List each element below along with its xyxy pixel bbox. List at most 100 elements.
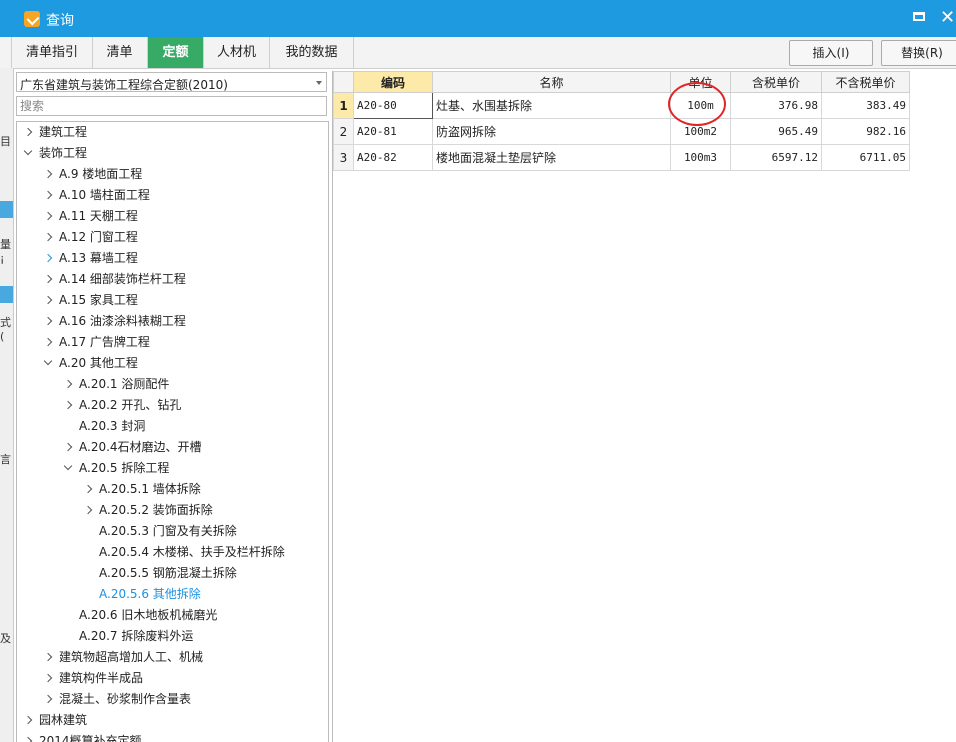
cell-tax-price[interactable]: 6597.12 [730, 144, 822, 171]
cell-notax-price[interactable]: 383.49 [821, 92, 910, 119]
cell-tax-price[interactable]: 965.49 [730, 118, 822, 145]
cell-code[interactable]: A20-81 [353, 118, 433, 145]
cell-unit[interactable]: 100m [670, 92, 731, 119]
background-window-strip: 目 量 ¡ 式( 言 及 [0, 68, 14, 742]
close-icon[interactable]: ✕ [940, 7, 955, 28]
chevron-right-icon[interactable] [43, 227, 55, 248]
tree-node-label: A.20.7 拆除废料外运 [79, 629, 194, 643]
app-logo-icon [24, 11, 40, 27]
chevron-right-icon[interactable] [63, 374, 75, 395]
row-number: 3 [333, 144, 354, 171]
tree-node-label: 建筑物超高增加人工、机械 [59, 650, 204, 664]
strip-fragment: 目 [0, 135, 11, 148]
replace-button[interactable]: 替换(R) [881, 40, 956, 66]
tree-node-label: A.20.5.6 其他拆除 [99, 587, 201, 601]
tree-node-label: A.20.5.3 门窗及有关拆除 [99, 524, 237, 538]
chevron-right-icon[interactable] [43, 206, 55, 227]
chevron-right-icon[interactable] [43, 332, 55, 353]
cell-name[interactable]: 楼地面混凝土垫层铲除 [432, 144, 671, 171]
quota-book-select[interactable]: 广东省建筑与装饰工程综合定额(2010) [16, 72, 327, 92]
chevron-right-icon[interactable] [43, 689, 55, 710]
chevron-down-icon[interactable] [43, 353, 55, 374]
chevron-right-icon[interactable] [23, 731, 35, 742]
col-name-header[interactable]: 名称 [432, 71, 671, 93]
tree-node-label: A.9 楼地面工程 [59, 167, 143, 181]
insert-button[interactable]: 插入(I) [789, 40, 873, 66]
strip-highlight [0, 286, 13, 303]
cell-tax-price[interactable]: 376.98 [730, 92, 822, 119]
tree-node-label: A.20.5.5 钢筋混凝土拆除 [99, 566, 237, 580]
tree-node-label: A.16 油漆涂料裱糊工程 [59, 314, 186, 328]
chevron-right-icon[interactable] [43, 248, 55, 269]
tree-node-label: A.14 细部装饰栏杆工程 [59, 272, 186, 286]
strip-fragment: 及 [0, 632, 11, 645]
tab-list[interactable]: 清单 [92, 37, 148, 68]
chevron-right-icon[interactable] [43, 164, 55, 185]
chevron-right-icon[interactable] [83, 479, 95, 500]
col-notax-price-header[interactable]: 不含税单价 [821, 71, 910, 93]
chevron-right-icon[interactable] [23, 122, 35, 143]
chevron-right-icon[interactable] [43, 290, 55, 311]
table-row[interactable]: 1 A20-80 灶基、水围基拆除 100m 376.98 383.49 [333, 92, 910, 119]
tree-node-label: A.20.5.4 木楼梯、扶手及栏杆拆除 [99, 545, 285, 559]
tree-node-label: A.20.6 旧木地板机械磨光 [79, 608, 218, 622]
chevron-down-icon[interactable] [23, 143, 35, 164]
quota-grid: 编码 名称 单位 含税单价 不含税单价 1 A20-80 灶基、水围基拆除 10… [332, 71, 956, 742]
strip-highlight [0, 201, 13, 218]
chevron-right-icon[interactable] [43, 185, 55, 206]
tab-my-data[interactable]: 我的数据 [270, 37, 354, 68]
chevron-right-icon[interactable] [83, 500, 95, 521]
cell-code[interactable]: A20-82 [353, 144, 433, 171]
tree-node-label: A.17 广告牌工程 [59, 335, 150, 349]
tab-labor-material-machine[interactable]: 人材机 [204, 37, 270, 68]
table-row[interactable]: 2 A20-81 防盗网拆除 100m2 965.49 982.16 [333, 118, 910, 145]
tree-node-label: 建筑构件半成品 [59, 671, 144, 685]
chevron-down-icon[interactable] [316, 81, 322, 85]
col-code-header[interactable]: 编码 [353, 71, 433, 93]
chevron-down-icon[interactable] [63, 458, 75, 479]
cell-name[interactable]: 防盗网拆除 [432, 118, 671, 145]
strip-fragment: 言 [0, 453, 11, 466]
col-unit-header[interactable]: 单位 [670, 71, 731, 93]
tree-node-label: A.20.3 封洞 [79, 419, 146, 433]
chevron-right-icon[interactable] [43, 647, 55, 668]
tree-node-label: A.20.5 拆除工程 [79, 461, 170, 475]
chevron-right-icon[interactable] [23, 710, 35, 731]
tab-bar: 清单指引 清单 定额 人材机 我的数据 插入(I) 替换(R) [0, 37, 956, 69]
search-input[interactable] [16, 96, 327, 116]
col-tax-price-header[interactable]: 含税单价 [730, 71, 822, 93]
chevron-right-icon[interactable] [63, 395, 75, 416]
chevron-right-icon[interactable] [43, 311, 55, 332]
cell-unit[interactable]: 100m3 [670, 144, 731, 171]
maximize-icon[interactable] [913, 12, 925, 21]
col-rownum-header [333, 71, 354, 93]
tab-list-guide[interactable]: 清单指引 [11, 37, 93, 68]
cell-code[interactable]: A20-80 [353, 92, 433, 119]
tree-node-label: A.20 其他工程 [59, 356, 138, 370]
strip-fragment: 式( [0, 316, 11, 343]
tree-node-label: A.20.5.1 墙体拆除 [99, 482, 201, 496]
tree-node-label: 2014概算补充定额 [39, 734, 142, 742]
tree-node-label: A.20.4石材磨边、开槽 [79, 440, 202, 454]
tab-quota[interactable]: 定额 [148, 37, 204, 68]
tree-node-label: 混凝土、砂浆制作含量表 [59, 692, 192, 706]
tree-node-label: 装饰工程 [39, 146, 88, 160]
cell-unit[interactable]: 100m2 [670, 118, 731, 145]
cell-notax-price[interactable]: 6711.05 [821, 144, 910, 171]
cell-name[interactable]: 灶基、水围基拆除 [432, 92, 671, 119]
tree-node-label: A.20.2 开孔、钻孔 [79, 398, 182, 412]
chevron-right-icon[interactable] [43, 269, 55, 290]
row-number: 2 [333, 118, 354, 145]
tree-node-label: 建筑工程 [39, 125, 88, 139]
chevron-right-icon[interactable] [63, 437, 75, 458]
chevron-right-icon[interactable] [43, 668, 55, 689]
tree-node-label: A.12 门窗工程 [59, 230, 138, 244]
cell-notax-price[interactable]: 982.16 [821, 118, 910, 145]
table-row[interactable]: 3 A20-82 楼地面混凝土垫层铲除 100m3 6597.12 6711.0… [333, 144, 910, 171]
